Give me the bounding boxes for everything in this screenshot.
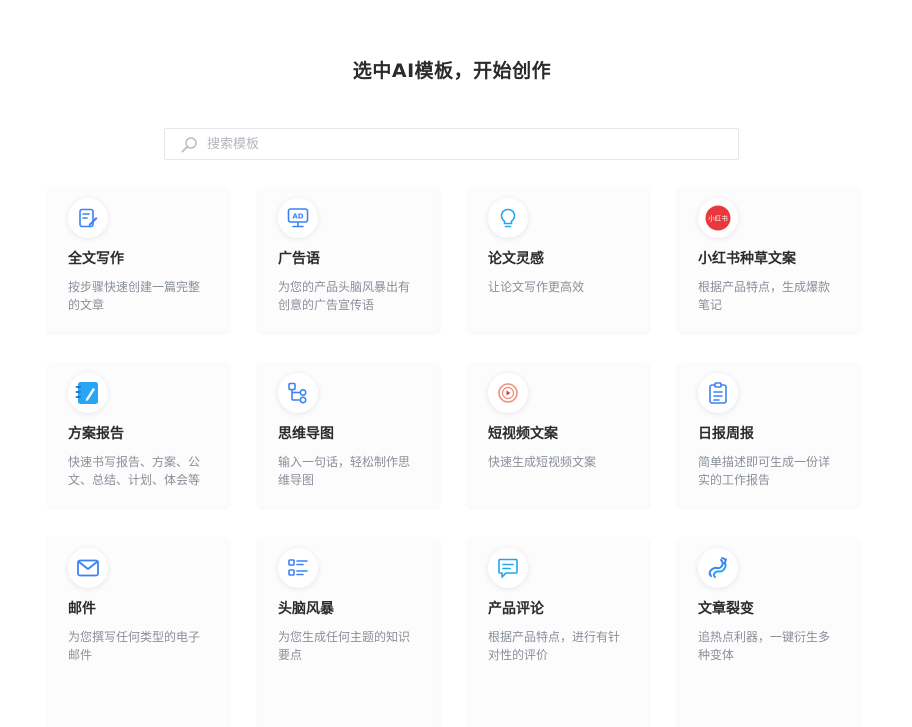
icon-badge <box>68 548 108 588</box>
template-title: 方案报告 <box>68 426 124 442</box>
template-desc: 按步骤快速创建一篇完整的文章 <box>68 280 201 312</box>
ad-monitor-icon: AD <box>287 208 309 228</box>
mail-icon <box>77 559 99 577</box>
template-desc: 为您的产品头脑风暴出有创意的广告宣传语 <box>278 280 411 312</box>
document-edit-icon <box>79 208 98 228</box>
template-title: 文章裂变 <box>698 601 754 617</box>
template-desc: 快速生成短视频文案 <box>488 455 597 469</box>
template-desc: 输入一句话，轻松制作思维导图 <box>278 455 411 487</box>
icon-badge <box>68 198 108 238</box>
template-desc: 简单描述即可生成一份详实的工作报告 <box>698 455 831 487</box>
comment-icon <box>498 558 518 578</box>
template-title: 论文灵感 <box>488 251 544 267</box>
article-split-icon <box>708 557 727 578</box>
template-card-article-split[interactable]: 文章裂变 追热点利器，一键衍生多种变体 <box>678 538 859 727</box>
icon-badge: AD <box>278 198 318 238</box>
template-card-xiaohongshu[interactable]: 小红书 小红书种草文案 根据产品特点，生成爆款笔记 <box>678 188 859 332</box>
template-title: 头脑风暴 <box>278 601 334 617</box>
template-card-ad-slogan[interactable]: AD 广告语 为您的产品头脑风暴出有创意的广告宣传语 <box>258 188 439 332</box>
icon-badge <box>698 548 738 588</box>
template-title: 思维导图 <box>278 426 334 442</box>
icon-badge: 小红书 <box>698 198 738 238</box>
template-card-paper-inspiration[interactable]: 论文灵感 让论文写作更高效 <box>468 188 649 332</box>
svg-text:AD: AD <box>292 213 303 221</box>
template-title: 短视频文案 <box>488 426 558 442</box>
search-input[interactable] <box>207 129 727 159</box>
template-card-short-video[interactable]: 短视频文案 快速生成短视频文案 <box>468 363 649 507</box>
template-title: 小红书种草文案 <box>698 251 796 267</box>
svg-text:小红书: 小红书 <box>708 214 728 223</box>
template-desc: 为您撰写任何类型的电子邮件 <box>68 630 201 662</box>
clipboard-report-icon <box>709 382 727 404</box>
search-box[interactable] <box>164 128 739 160</box>
template-desc: 根据产品特点，生成爆款笔记 <box>698 280 831 312</box>
xiaohongshu-logo-icon: 小红书 <box>705 205 731 231</box>
template-card-product-review[interactable]: 产品评论 根据产品特点，进行有针对性的评价 <box>468 538 649 727</box>
template-title: 邮件 <box>68 601 96 617</box>
icon-badge <box>68 373 108 413</box>
template-page: 选中AI模板，开始创作 全文写作 按步骤快速创建一篇完整的文章 AD <box>0 0 912 727</box>
icon-badge <box>698 373 738 413</box>
template-title: 全文写作 <box>68 251 124 267</box>
mind-map-icon <box>288 382 307 404</box>
icon-badge <box>488 198 528 238</box>
template-desc: 快速书写报告、方案、公文、总结、计划、体会等 <box>68 455 201 487</box>
icon-badge <box>278 373 318 413</box>
template-title: 产品评论 <box>488 601 544 617</box>
video-play-icon <box>498 383 518 403</box>
icon-badge <box>278 548 318 588</box>
brainstorm-list-icon <box>288 559 308 576</box>
template-card-email[interactable]: 邮件 为您撰写任何类型的电子邮件 <box>48 538 229 727</box>
template-card-daily-weekly-report[interactable]: 日报周报 简单描述即可生成一份详实的工作报告 <box>678 363 859 507</box>
notebook-pen-icon <box>75 382 98 404</box>
template-desc: 根据产品特点，进行有针对性的评价 <box>488 630 621 662</box>
template-desc: 追热点利器，一键衍生多种变体 <box>698 630 831 662</box>
template-desc: 让论文写作更高效 <box>488 280 585 294</box>
template-desc: 为您生成任何主题的知识要点 <box>278 630 411 662</box>
template-card-brainstorm[interactable]: 头脑风暴 为您生成任何主题的知识要点 <box>258 538 439 727</box>
search-icon <box>181 137 197 153</box>
template-card-plan-report[interactable]: 方案报告 快速书写报告、方案、公文、总结、计划、体会等 <box>48 363 229 507</box>
icon-badge <box>488 548 528 588</box>
template-card-full-writing[interactable]: 全文写作 按步骤快速创建一篇完整的文章 <box>48 188 229 332</box>
lightbulb-icon <box>500 208 516 228</box>
template-card-mind-map[interactable]: 思维导图 输入一句话，轻松制作思维导图 <box>258 363 439 507</box>
icon-badge <box>488 373 528 413</box>
page-title: 选中AI模板，开始创作 <box>352 60 552 82</box>
template-title: 日报周报 <box>698 426 754 442</box>
template-title: 广告语 <box>278 251 320 267</box>
